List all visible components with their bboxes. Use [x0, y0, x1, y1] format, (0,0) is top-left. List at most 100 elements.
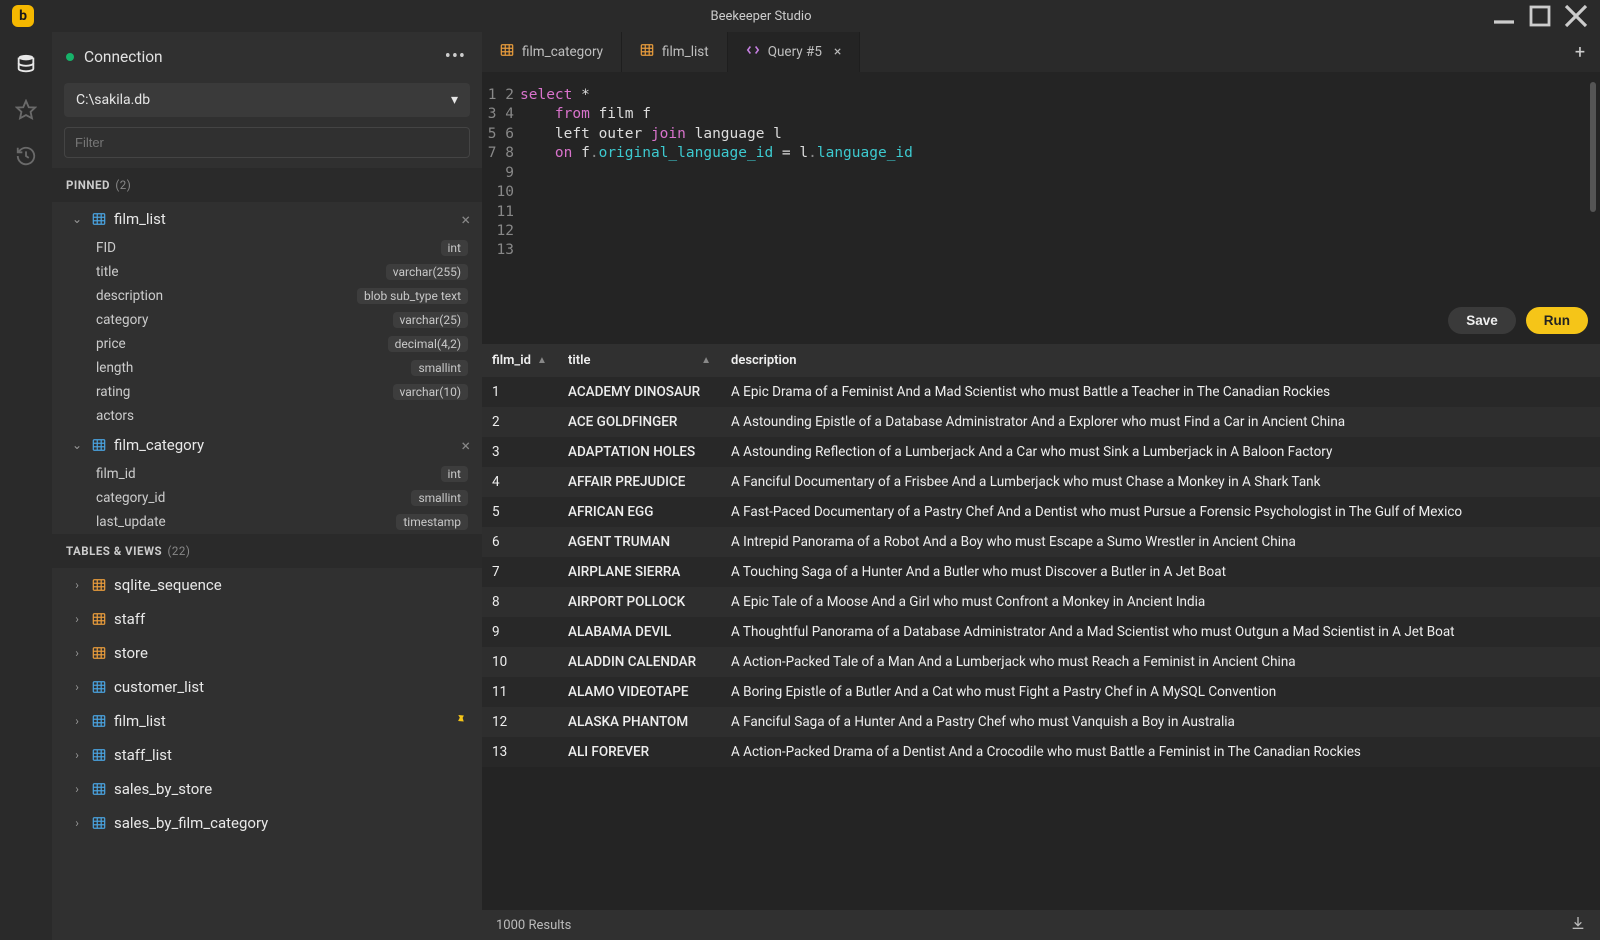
connection-menu-button[interactable]: ••• [445, 46, 466, 67]
cell-film-id: 3 [482, 437, 558, 467]
column-name: category [96, 312, 148, 328]
window-minimize-button[interactable] [1488, 2, 1520, 30]
tab-query--5[interactable]: Query #5× [728, 32, 861, 72]
tab-close-button[interactable]: × [834, 44, 841, 60]
pinned-section-header: PINNED (2) [52, 168, 482, 202]
download-button[interactable] [1570, 915, 1586, 935]
table-row[interactable]: 12ALASKA PHANTOMA Fanciful Saga of a Hun… [482, 707, 1600, 737]
column-title[interactable]: titlevarchar(255) [52, 260, 482, 284]
column-type-badge: int [441, 240, 468, 256]
save-button[interactable]: Save [1448, 307, 1516, 334]
window-controls [1488, 2, 1592, 30]
unpin-button[interactable]: × [461, 210, 470, 229]
column-price[interactable]: pricedecimal(4,2) [52, 332, 482, 356]
new-tab-button[interactable]: + [1560, 42, 1600, 63]
column-category[interactable]: categoryvarchar(25) [52, 308, 482, 332]
activity-history-icon[interactable] [14, 144, 38, 168]
main: Connection ••• C:\sakila.db ▾ PINNED (2)… [0, 32, 1600, 940]
tab-film-list[interactable]: film_list [622, 32, 728, 72]
table-icon [92, 212, 106, 226]
results-header-row: film_id▲ title▲ description [482, 344, 1600, 377]
table-item-staff_list[interactable]: ›staff_list [52, 738, 482, 772]
table-item-customer_list[interactable]: ›customer_list [52, 670, 482, 704]
cell-film-id: 9 [482, 617, 558, 647]
table-row[interactable]: 8AIRPORT POLLOCKA Epic Tale of a Moose A… [482, 587, 1600, 617]
activity-star-icon[interactable] [14, 98, 38, 122]
cell-film-id: 4 [482, 467, 558, 497]
cell-film-id: 13 [482, 737, 558, 767]
table-row[interactable]: 11ALAMO VIDEOTAPEA Boring Epistle of a B… [482, 677, 1600, 707]
table-row[interactable]: 3ADAPTATION HOLESA Astounding Reflection… [482, 437, 1600, 467]
column-last_update[interactable]: last_updatetimestamp [52, 510, 482, 534]
pin-icon [452, 711, 471, 731]
column-description[interactable]: descriptionblob sub_type text [52, 284, 482, 308]
unpin-button[interactable]: × [461, 436, 470, 455]
column-type-badge: varchar(255) [386, 264, 468, 280]
editor-scrollbar[interactable] [1590, 82, 1596, 212]
pinned-table-film_category[interactable]: ⌄film_category× [52, 428, 482, 462]
column-name: last_update [96, 514, 166, 530]
table-item-staff[interactable]: ›staff [52, 602, 482, 636]
column-type-badge: smallint [411, 360, 468, 376]
column-FID[interactable]: FIDint [52, 236, 482, 260]
status-dot-icon [66, 53, 74, 61]
table-item-sales_by_film_category[interactable]: ›sales_by_film_category [52, 806, 482, 840]
column-length[interactable]: lengthsmallint [52, 356, 482, 380]
table-row[interactable]: 13ALI FOREVERA Action-Packed Drama of a … [482, 737, 1600, 767]
table-item-sqlite_sequence[interactable]: ›sqlite_sequence [52, 568, 482, 602]
table-row[interactable]: 5AFRICAN EGGA Fast-Paced Documentary of … [482, 497, 1600, 527]
run-button[interactable]: Run [1526, 307, 1588, 334]
column-actors[interactable]: actors [52, 404, 482, 428]
cell-title: ADAPTATION HOLES [558, 437, 721, 467]
cell-film-id: 7 [482, 557, 558, 587]
cell-film-id: 11 [482, 677, 558, 707]
cell-description: A Astounding Epistle of a Database Admin… [721, 407, 1600, 437]
table-item-sales_by_store[interactable]: ›sales_by_store [52, 772, 482, 806]
column-header-title[interactable]: title▲ [558, 344, 721, 377]
chevron-right-icon: › [70, 748, 84, 762]
cell-description: A Epic Tale of a Moose And a Girl who mu… [721, 587, 1600, 617]
table-item-film_list[interactable]: ›film_list [52, 704, 482, 738]
chevron-right-icon: › [70, 680, 84, 694]
chevron-right-icon: › [70, 578, 84, 592]
pinned-table-film_list[interactable]: ⌄film_list× [52, 202, 482, 236]
activity-bar [0, 32, 52, 940]
filter-input[interactable] [64, 127, 470, 158]
table-row[interactable]: 6AGENT TRUMANA Intrepid Panorama of a Ro… [482, 527, 1600, 557]
tab-bar: film_category film_listQuery #5× + [482, 32, 1600, 72]
table-row[interactable]: 7AIRPLANE SIERRAA Touching Saga of a Hun… [482, 557, 1600, 587]
content-area: film_category film_listQuery #5× + 1 2 3 4… [482, 32, 1600, 940]
window-maximize-button[interactable] [1524, 2, 1556, 30]
table-icon [92, 612, 106, 626]
cell-film-id: 6 [482, 527, 558, 557]
table-item-store[interactable]: ›store [52, 636, 482, 670]
table-row[interactable]: 2ACE GOLDFINGERA Astounding Epistle of a… [482, 407, 1600, 437]
database-selector[interactable]: C:\sakila.db ▾ [64, 83, 470, 117]
table-row[interactable]: 1ACADEMY DINOSAURA Epic Drama of a Femin… [482, 377, 1600, 407]
cell-description: A Epic Drama of a Feminist And a Mad Sci… [721, 377, 1600, 407]
editor-code[interactable]: select * from film f left outer join lan… [520, 72, 913, 344]
table-row[interactable]: 10ALADDIN CALENDARA Action-Packed Tale o… [482, 647, 1600, 677]
results-body[interactable]: 1ACADEMY DINOSAURA Epic Drama of a Femin… [482, 377, 1600, 910]
cell-title: ACE GOLDFINGER [558, 407, 721, 437]
column-rating[interactable]: ratingvarchar(10) [52, 380, 482, 404]
table-icon [92, 680, 106, 694]
column-type-badge: varchar(10) [393, 384, 468, 400]
cell-description: A Fanciful Documentary of a Frisbee And … [721, 467, 1600, 497]
database-path: C:\sakila.db [76, 92, 150, 108]
column-header-description[interactable]: description [721, 344, 1600, 377]
column-film_id[interactable]: film_idint [52, 462, 482, 486]
column-name: price [96, 336, 126, 352]
table-row[interactable]: 9ALABAMA DEVILA Thoughtful Panorama of a… [482, 617, 1600, 647]
column-type-badge: int [441, 466, 468, 482]
tab-film-category[interactable]: film_category [482, 32, 622, 72]
sql-editor[interactable]: 1 2 3 4 5 6 7 8 9 10 11 12 13 select * f… [482, 72, 1600, 344]
window-close-button[interactable] [1560, 2, 1592, 30]
table-row[interactable]: 4AFFAIR PREJUDICEA Fanciful Documentary … [482, 467, 1600, 497]
tab-label: film_category [522, 44, 603, 60]
column-category_id[interactable]: category_idsmallint [52, 486, 482, 510]
cell-film-id: 8 [482, 587, 558, 617]
column-header-film-id[interactable]: film_id▲ [482, 344, 558, 377]
chevron-down-icon: ▾ [451, 92, 458, 108]
activity-database-icon[interactable] [14, 52, 38, 76]
